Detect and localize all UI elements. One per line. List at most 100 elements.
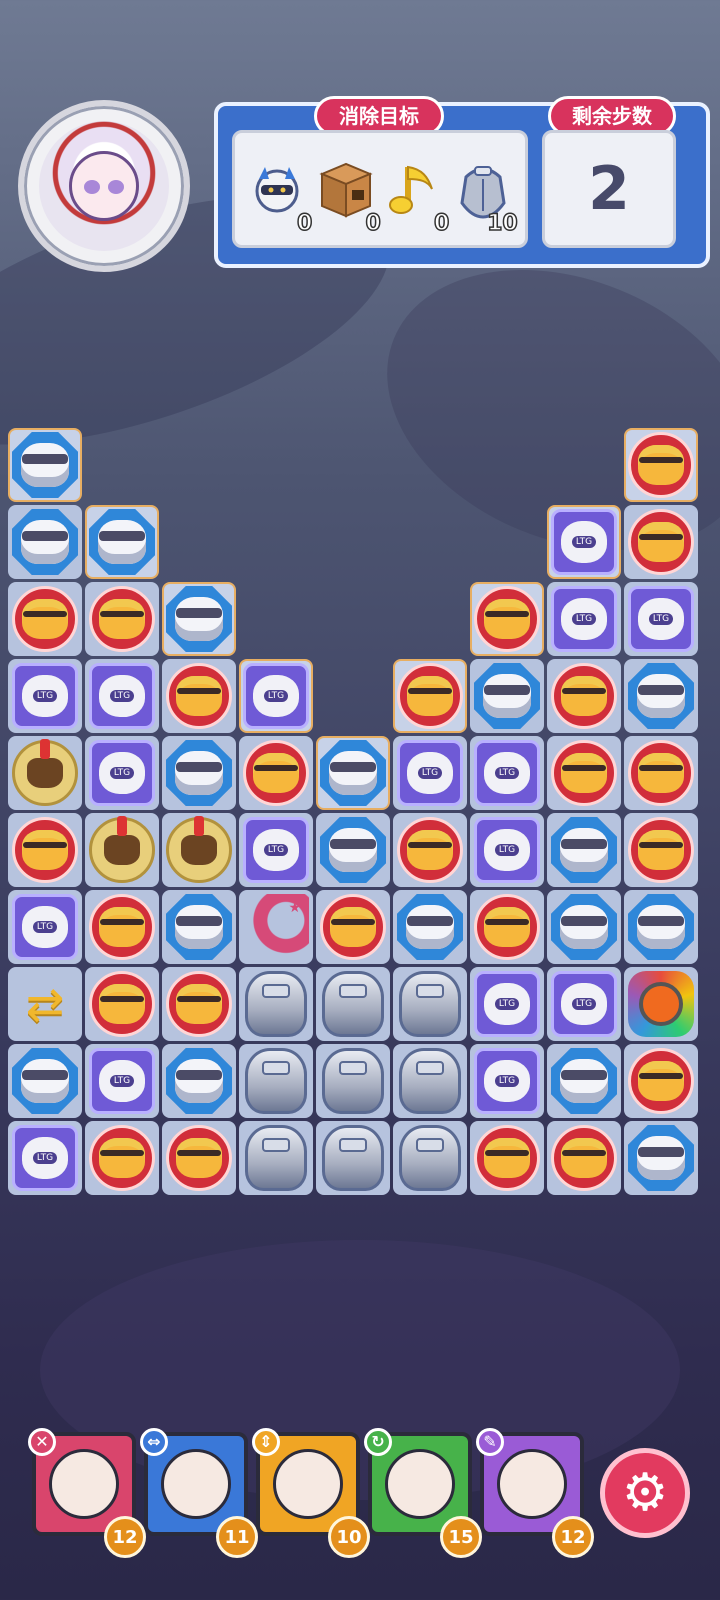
board-cell[interactable] [547,813,621,887]
board-cell[interactable] [547,1121,621,1195]
board-cell[interactable] [470,967,544,1041]
board-cell[interactable] [85,736,159,810]
board-cell[interactable] [8,967,82,1041]
board-cell[interactable] [624,1044,698,1118]
board-cell[interactable] [8,505,82,579]
board-cell[interactable] [624,505,698,579]
hero-brown-hair-card[interactable]: ↻ 15 [364,1428,482,1558]
board-cell[interactable] [8,582,82,656]
board-cell[interactable] [316,890,390,964]
board-cell[interactable] [239,813,313,887]
board-cell[interactable] [624,967,698,1041]
board-cell[interactable] [624,813,698,887]
board-cell[interactable] [393,1044,467,1118]
board-cell[interactable] [8,1044,82,1118]
blue-piece-icon [320,740,386,806]
board-cell[interactable] [162,1044,236,1118]
stone-piece-icon [245,1048,307,1114]
board-cell[interactable] [85,967,159,1041]
board-cell[interactable] [162,659,236,733]
board-cell[interactable] [162,1121,236,1195]
board-cell[interactable] [393,1121,467,1195]
hero-portrait [273,1449,343,1519]
board-cell[interactable] [547,1044,621,1118]
board-cell[interactable] [316,1121,390,1195]
board-cell[interactable] [624,736,698,810]
board-cell[interactable] [162,890,236,964]
board-cell[interactable] [547,505,621,579]
hero-portrait [49,1449,119,1519]
board-cell[interactable] [85,890,159,964]
hero-energy-badge: 10 [328,1516,370,1558]
board-cell[interactable] [393,890,467,964]
player-avatar[interactable] [18,100,190,272]
board-cell[interactable] [393,967,467,1041]
blue-piece-icon [89,509,155,575]
board-cell[interactable] [547,582,621,656]
board-cell[interactable] [85,813,159,887]
board-cell[interactable] [239,890,313,964]
board-cell[interactable] [470,736,544,810]
board-cell[interactable] [470,659,544,733]
board-cell[interactable] [393,813,467,887]
board-cell[interactable] [85,1044,159,1118]
board-cell[interactable] [624,659,698,733]
hero-star-hat-card[interactable]: ✕ 12 [28,1428,146,1558]
board-cell[interactable] [85,582,159,656]
board-cell[interactable] [316,736,390,810]
red-piece-icon [89,971,155,1037]
board-cell[interactable] [85,659,159,733]
purple-piece-icon [474,740,540,806]
blue-piece-icon [12,1048,78,1114]
board-cell[interactable] [85,1121,159,1195]
board-cell[interactable] [547,890,621,964]
board-cell[interactable] [8,813,82,887]
board-cell[interactable] [8,890,82,964]
board-cell[interactable] [162,582,236,656]
board-cell[interactable] [162,736,236,810]
board-cell[interactable] [239,1121,313,1195]
purple-piece-icon [89,740,155,806]
board-cell[interactable] [316,967,390,1041]
board-cell[interactable] [470,890,544,964]
board-cell[interactable] [547,659,621,733]
board-cell[interactable] [624,890,698,964]
board-cell[interactable] [8,1121,82,1195]
board-cell[interactable] [162,967,236,1041]
board-cell[interactable] [316,813,390,887]
purple-piece-icon [89,1048,155,1114]
hero-blonde-card[interactable]: ✎ 12 [476,1428,594,1558]
board-cell[interactable] [624,428,698,502]
board-cell[interactable] [85,505,159,579]
red-piece-icon [320,894,386,960]
board-cell[interactable] [393,659,467,733]
purple-piece-icon [12,663,78,729]
moves-counter: 2 [542,130,676,248]
board-cell[interactable] [470,1121,544,1195]
board-cell[interactable] [547,736,621,810]
board-cell[interactable] [470,582,544,656]
blue-piece-icon [12,509,78,575]
board-cell[interactable] [8,659,82,733]
board-cell[interactable] [239,967,313,1041]
board-cell[interactable] [393,736,467,810]
hero-energy-badge: 12 [552,1516,594,1558]
blue-piece-icon [628,1125,694,1191]
hero-white-hair-card[interactable]: ⇕ 10 [252,1428,370,1558]
purple-piece-icon [474,971,540,1037]
board-cell[interactable] [162,813,236,887]
board-cell[interactable] [624,582,698,656]
board-cell[interactable] [239,659,313,733]
board-cell[interactable] [470,1044,544,1118]
board-cell[interactable] [239,1044,313,1118]
board-cell[interactable] [470,813,544,887]
board-cell[interactable] [239,736,313,810]
board-cell[interactable] [316,1044,390,1118]
board-cell[interactable] [8,428,82,502]
settings-button[interactable]: ⚙ [600,1448,690,1538]
hero-visor-card[interactable]: ⇔ 11 [140,1428,258,1558]
purple-piece-icon [628,586,694,652]
board-cell[interactable] [547,967,621,1041]
board-cell[interactable] [8,736,82,810]
board-cell[interactable] [624,1121,698,1195]
